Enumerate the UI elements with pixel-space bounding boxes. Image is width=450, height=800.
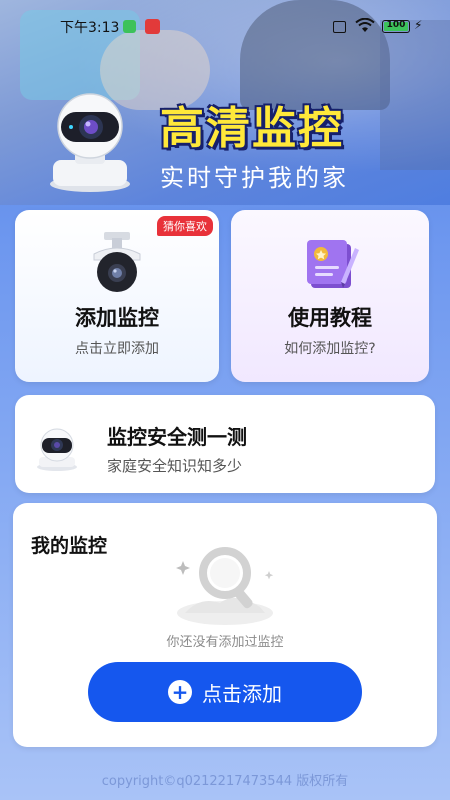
- add-monitor-card[interactable]: 猜你喜欢 添加监控 点击立即添加: [15, 210, 219, 382]
- status-time: 下午3:13: [60, 20, 120, 36]
- tutorial-desc: 如何添加监控?: [284, 341, 376, 357]
- add-monitor-title: 添加监控: [75, 306, 159, 330]
- tutorial-book-icon: [307, 240, 359, 288]
- charging-icon: ⚡: [414, 18, 423, 32]
- tutorial-card[interactable]: 使用教程 如何添加监控?: [231, 210, 429, 382]
- safety-test-card[interactable]: 监控安全测一测 家庭安全知识知多少: [15, 395, 435, 493]
- empty-state-text: 你还没有添加过监控: [166, 635, 284, 650]
- app-notification-icon: [145, 19, 160, 34]
- plus-icon: +: [168, 680, 192, 704]
- dome-camera-icon: [93, 232, 141, 292]
- hero-title: 高清监控: [160, 103, 344, 154]
- my-monitors-title: 我的监控: [31, 535, 108, 557]
- hero-banner: 下午3:13 100 ⚡ 高清监控 实时守护我的家: [0, 0, 450, 205]
- hero-subtitle: 实时守护我的家: [160, 164, 349, 192]
- tutorial-title: 使用教程: [288, 306, 372, 330]
- camera-icon: [37, 428, 77, 471]
- battery-icon: 100: [382, 20, 410, 33]
- empty-state-magnifier-icon: [176, 547, 274, 625]
- status-bar: 下午3:13 100 ⚡: [0, 0, 450, 36]
- safety-test-desc: 家庭安全知识知多少: [107, 457, 243, 475]
- safety-test-title: 监控安全测一测: [107, 425, 247, 449]
- my-monitors-card: 我的监控 你还没有添加过监控 + 点击添加: [13, 503, 437, 747]
- app-notification-icon: [123, 20, 136, 33]
- sim-icon: [333, 21, 346, 33]
- battery-level: 100: [386, 20, 406, 30]
- security-camera-icon: [50, 93, 130, 192]
- copyright-text: copyright©q0212217473544 版权所有: [101, 774, 349, 789]
- add-monitor-desc: 点击立即添加: [75, 341, 159, 357]
- add-monitor-button[interactable]: + 点击添加: [88, 662, 362, 722]
- hero-background-shape: [380, 20, 450, 170]
- wifi-icon: [355, 18, 375, 32]
- add-monitor-button-label: 点击添加: [202, 681, 282, 706]
- recommend-badge: 猜你喜欢: [157, 216, 213, 236]
